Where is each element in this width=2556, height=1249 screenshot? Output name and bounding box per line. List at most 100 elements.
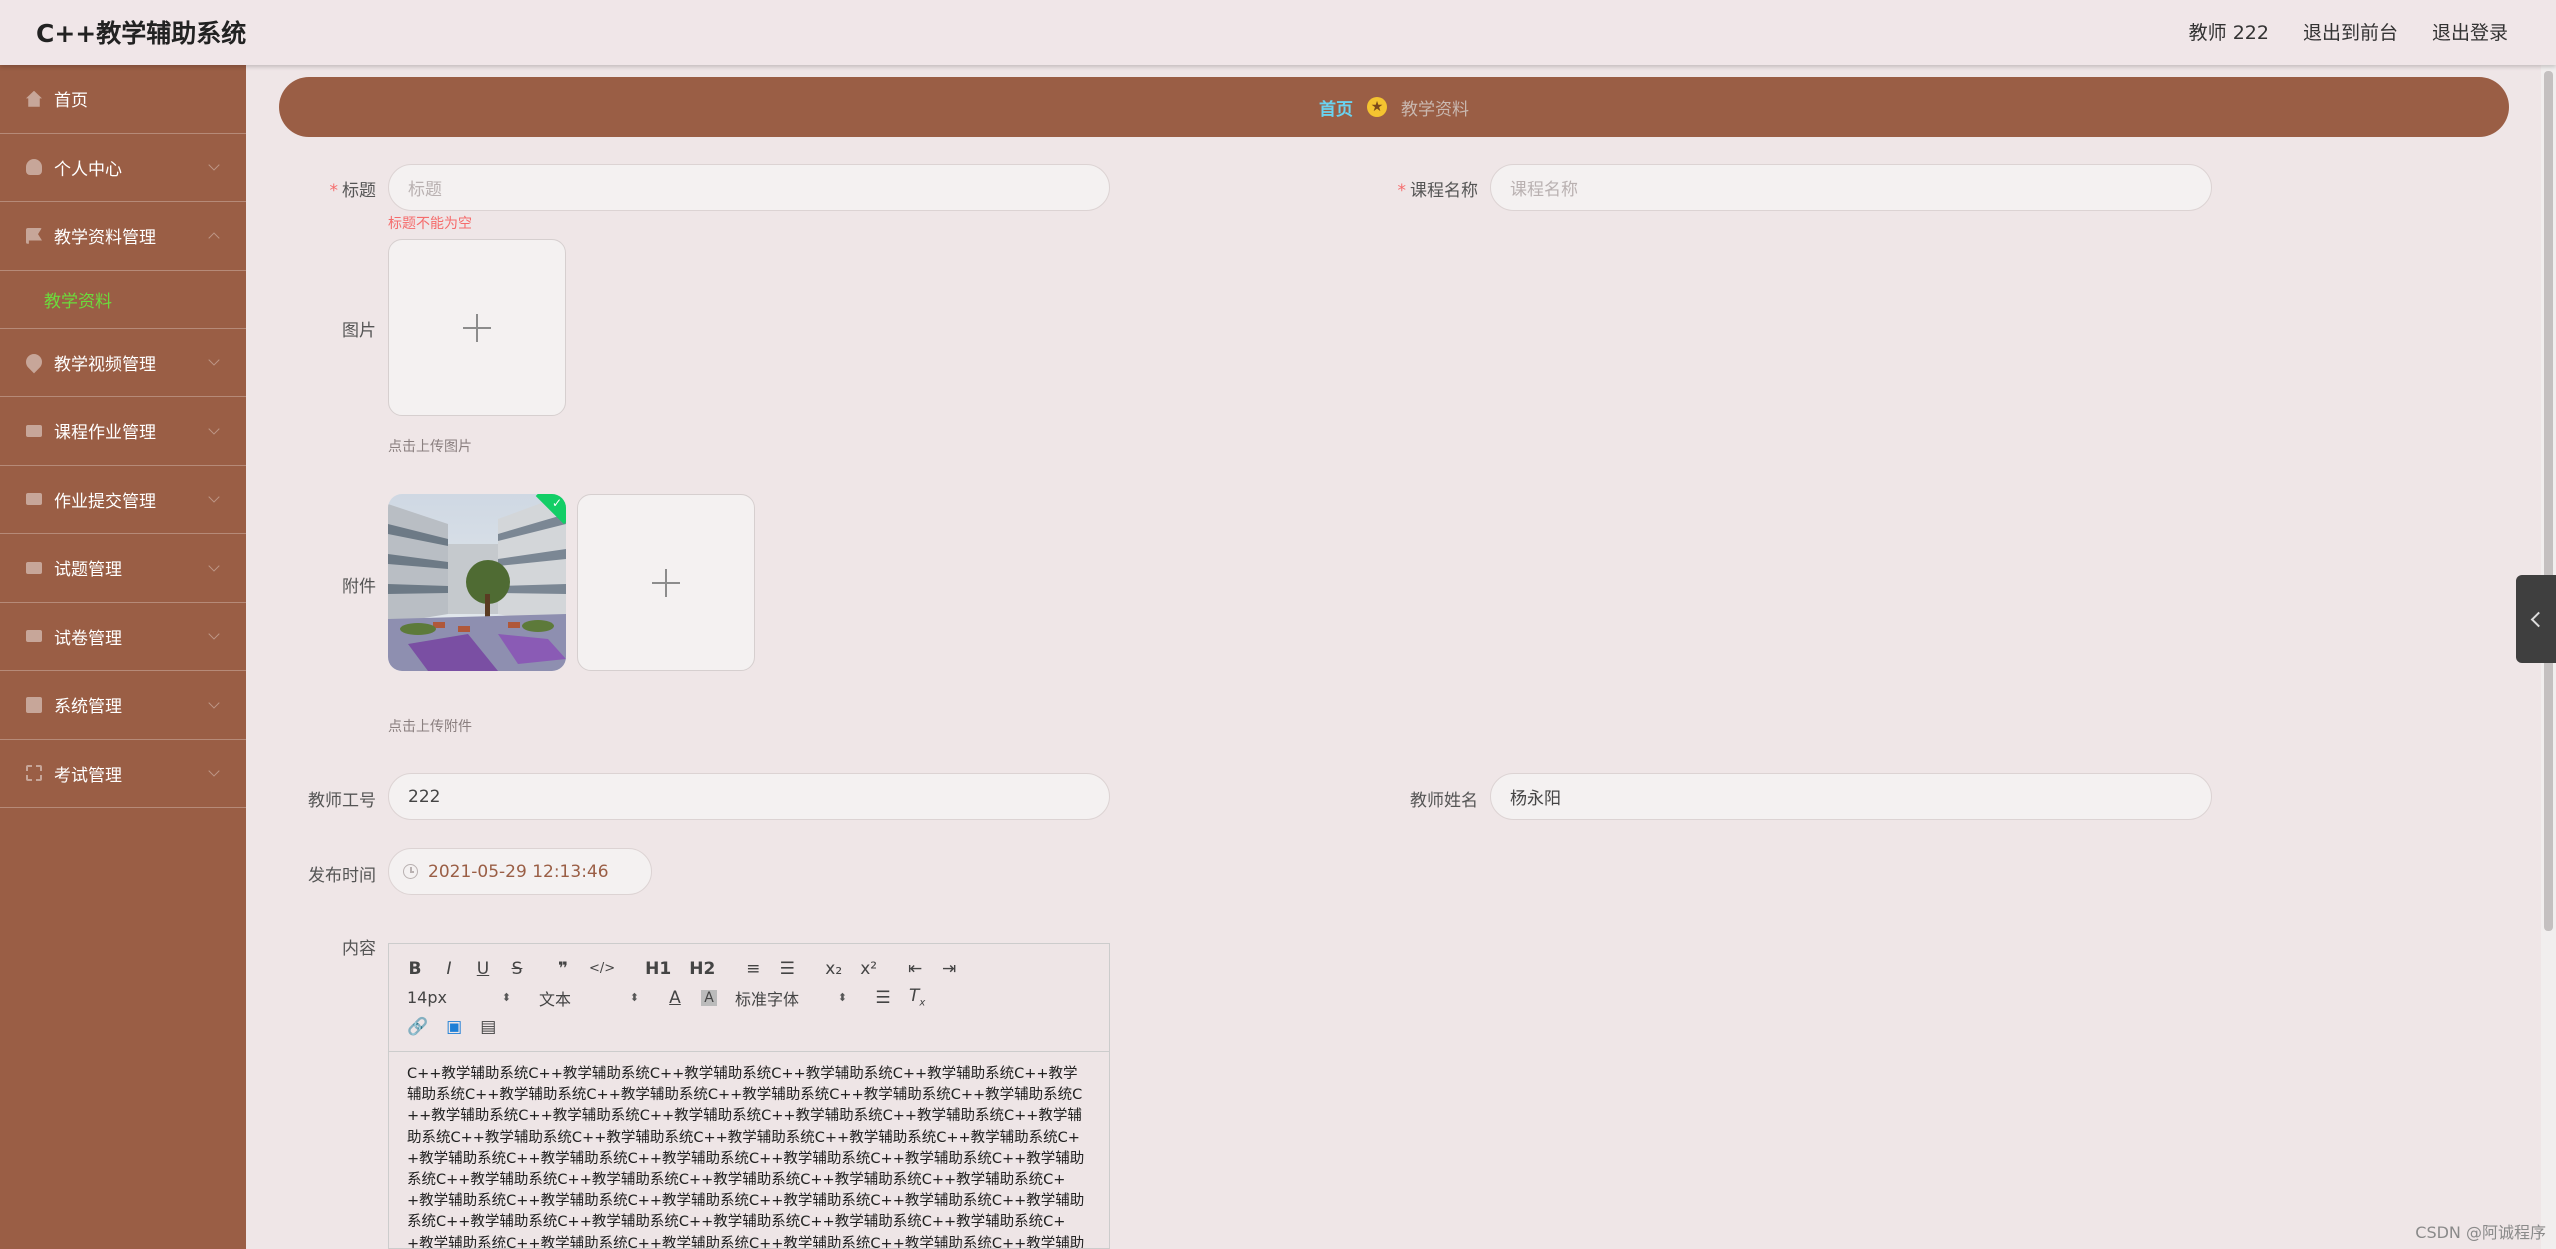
chevron-down-icon	[208, 159, 220, 171]
image-icon[interactable]: ▣	[446, 1017, 462, 1037]
title-placeholder: 标题	[408, 180, 442, 200]
superscript-button[interactable]: x²	[860, 959, 877, 979]
sidebar-item-label: 试卷管理	[54, 628, 122, 649]
sidebar-item-label: 作业提交管理	[54, 491, 156, 512]
logout-link[interactable]: 退出登录	[2432, 18, 2508, 45]
required-mark: *	[1397, 181, 1407, 201]
watermark: CSDN @阿诚程序	[2415, 1223, 2546, 1242]
heading1-button[interactable]: H1	[645, 959, 671, 979]
sidebar: 首页 个人中心 教学资料管理 教学资料 教学视频管理 课程作业管理 作业提交管理…	[0, 65, 246, 1249]
text-style-select[interactable]: 文本 ⬍	[539, 986, 639, 1010]
rich-text-editor[interactable]: B I U S ❞ </> H1 H2 ≡ ☰ x₂ x² ⇤ ⇥ 14px ⬍ …	[388, 943, 1110, 1249]
header-links: 教师 222 退出到前台 退出登录	[2189, 18, 2508, 45]
teacher-id-input[interactable]: 222	[388, 773, 1110, 820]
required-mark: *	[329, 181, 339, 201]
user-icon	[26, 159, 42, 176]
app-title: C++教学辅助系统	[36, 19, 247, 48]
underline-button[interactable]: U	[475, 959, 491, 979]
image-upload-button[interactable]	[388, 239, 566, 416]
chevron-down-icon	[208, 560, 220, 572]
editor-content[interactable]: C++教学辅助系统C++教学辅助系统C++教学辅助系统C++教学辅助系统C++教…	[389, 1052, 1109, 1248]
sidebar-item-system-mgmt[interactable]: 系统管理	[0, 671, 246, 740]
indent-button[interactable]: ⇥	[941, 959, 957, 979]
breadcrumb: 首页 ★ 教学资料	[279, 77, 2509, 137]
title-error-message: 标题不能为空	[388, 216, 472, 232]
sidebar-item-home[interactable]: 首页	[0, 65, 246, 134]
ordered-list-button[interactable]: ≡	[745, 959, 761, 979]
publish-time-picker[interactable]: 2021-05-29 12:13:46	[388, 848, 652, 895]
sidebar-item-label: 课程作业管理	[54, 423, 156, 444]
title-input[interactable]: 标题	[388, 164, 1110, 211]
message-icon	[26, 561, 42, 574]
sidebar-item-teaching-video-mgmt[interactable]: 教学视频管理	[0, 329, 246, 397]
sidebar-item-label: 教学视频管理	[54, 354, 156, 375]
course-name-label: * 课程名称	[1397, 181, 1479, 201]
ticket-icon	[26, 493, 42, 506]
sidebar-item-label: 考试管理	[54, 765, 122, 786]
clipboard-icon	[26, 696, 42, 713]
sidebar-item-exam-mgmt[interactable]: 考试管理	[0, 740, 246, 808]
sidebar-item-personal-center[interactable]: 个人中心	[0, 134, 246, 202]
italic-button[interactable]: I	[441, 959, 457, 979]
top-header: C++教学辅助系统 教师 222 退出到前台 退出登录	[0, 0, 2556, 65]
bold-button[interactable]: B	[407, 959, 423, 979]
sidebar-item-question-mgmt[interactable]: 试题管理	[0, 534, 246, 603]
sidebar-item-paper-mgmt[interactable]: 试卷管理	[0, 603, 246, 671]
toolbar-row: 14px ⬍ 文本 ⬍ A A 标准字体 ⬍ ☰ Tx	[407, 983, 1091, 1012]
strikethrough-button[interactable]: S	[509, 959, 525, 979]
plus-icon	[463, 313, 491, 342]
clear-format-button[interactable]: Tx	[909, 986, 925, 1008]
attachment-upload-button[interactable]	[577, 494, 755, 671]
location-icon	[22, 350, 46, 374]
side-panel-toggle[interactable]	[2516, 575, 2556, 663]
heading2-button[interactable]: H2	[689, 959, 715, 979]
publish-time-label: 发布时间	[308, 866, 376, 886]
building-photo	[388, 494, 566, 671]
chevron-down-icon	[208, 628, 220, 640]
font-color-button[interactable]: A	[667, 988, 683, 1008]
flag-icon	[26, 227, 42, 244]
sidebar-item-label: 首页	[54, 91, 88, 112]
chevron-down-icon	[208, 354, 220, 366]
star-icon: ★	[1367, 97, 1387, 117]
teacher-name-input[interactable]: 杨永阳	[1490, 773, 2212, 820]
publish-time-value: 2021-05-29 12:13:46	[428, 861, 609, 882]
course-name-input[interactable]: 课程名称	[1490, 164, 2212, 211]
plus-icon	[652, 568, 680, 597]
font-family-select[interactable]: 标准字体 ⬍	[735, 986, 847, 1010]
home-icon	[26, 90, 42, 107]
blockquote-button[interactable]: ❞	[555, 959, 571, 979]
sidebar-item-homework-submission-mgmt[interactable]: 作业提交管理	[0, 466, 246, 534]
title-label: * 标题	[329, 181, 377, 201]
background-color-button[interactable]: A	[701, 989, 717, 1006]
suitcase-icon	[26, 630, 42, 643]
sidebar-subitem-teaching-material[interactable]: 教学资料	[0, 271, 246, 329]
attachment-upload-hint: 点击上传附件	[388, 719, 472, 735]
course-name-placeholder: 课程名称	[1510, 180, 1578, 200]
subscript-button[interactable]: x₂	[825, 959, 842, 979]
code-block-button[interactable]: </>	[589, 961, 615, 976]
align-button[interactable]: ☰	[875, 988, 891, 1008]
attachment-thumbnail[interactable]: ✓	[388, 494, 566, 671]
toolbar-row: B I U S ❞ </> H1 H2 ≡ ☰ x₂ x² ⇤ ⇥	[407, 954, 1091, 983]
editor-toolbar: B I U S ❞ </> H1 H2 ≡ ☰ x₂ x² ⇤ ⇥ 14px ⬍ …	[389, 944, 1109, 1052]
sidebar-item-course-homework-mgmt[interactable]: 课程作业管理	[0, 397, 246, 466]
clock-icon	[403, 864, 418, 879]
scrollbar-thumb[interactable]	[2544, 71, 2553, 931]
bullet-list-button[interactable]: ☰	[779, 959, 795, 979]
outdent-button[interactable]: ⇤	[907, 959, 923, 979]
breadcrumb-home[interactable]: 首页	[1319, 95, 1353, 120]
font-size-select[interactable]: 14px ⬍	[407, 988, 511, 1007]
sidebar-item-teaching-material-mgmt[interactable]: 教学资料管理	[0, 202, 246, 271]
chevron-down-icon	[208, 697, 220, 709]
link-icon[interactable]: 🔗	[407, 1017, 428, 1037]
toolbar-row: 🔗 ▣ ▤	[407, 1012, 1091, 1041]
exit-to-frontend-link[interactable]: 退出到前台	[2303, 18, 2398, 45]
sidebar-item-label: 系统管理	[54, 697, 122, 718]
breadcrumb-current: 教学资料	[1401, 99, 1469, 120]
teacher-id-label: 教师工号	[308, 791, 376, 811]
image-label: 图片	[342, 321, 376, 341]
chevron-up-icon	[208, 232, 220, 244]
fullscreen-icon	[26, 765, 42, 782]
video-icon[interactable]: ▤	[480, 1017, 496, 1037]
